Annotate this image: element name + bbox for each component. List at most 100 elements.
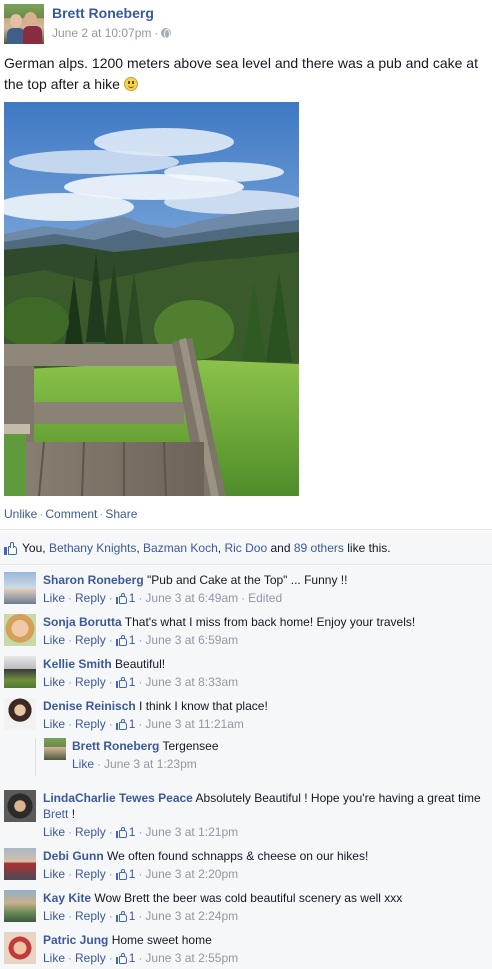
- post-header: Brett Roneberg June 2 at 10:07pm ·: [4, 4, 488, 44]
- likes-others-link[interactable]: 89 others: [294, 541, 344, 555]
- comment-like-count[interactable]: 1: [129, 824, 136, 840]
- comment-time[interactable]: June 3 at 2:55pm: [145, 950, 238, 966]
- comment-like-link[interactable]: Like: [43, 908, 65, 924]
- comment-like-link[interactable]: Like: [43, 674, 65, 690]
- post-photo[interactable]: [4, 102, 299, 496]
- comment-like-count[interactable]: 1: [129, 716, 136, 732]
- meta-dot: ·: [97, 757, 102, 771]
- comment-time[interactable]: June 3 at 8:33am: [145, 674, 238, 690]
- comment-like-thumb-icon[interactable]: [115, 676, 127, 688]
- comment-reply-link[interactable]: Reply: [75, 824, 106, 840]
- comment-link[interactable]: Comment: [45, 507, 97, 521]
- comment-reply-link[interactable]: Reply: [75, 716, 106, 732]
- comment-like-count[interactable]: 1: [129, 866, 136, 882]
- commenter-name[interactable]: Sonja Borutta: [43, 615, 122, 629]
- comment-reply-link[interactable]: Reply: [75, 866, 106, 882]
- commenter-avatar[interactable]: [4, 698, 36, 730]
- commenter-name[interactable]: Sharon Roneberg: [43, 573, 144, 587]
- comment-text: "Pub and Cake at the Top" ... Funny !!: [147, 573, 348, 587]
- commenter-name[interactable]: Patric Jung: [43, 933, 108, 947]
- post-timestamp[interactable]: June 2 at 10:07pm: [52, 26, 151, 40]
- commenter-name[interactable]: Kay Kite: [43, 891, 91, 905]
- reply-like-link[interactable]: Like: [72, 756, 94, 772]
- meta-dot: ·: [138, 909, 143, 923]
- comment-text-after: !: [71, 807, 76, 821]
- comment-time[interactable]: June 3 at 6:59am: [145, 632, 238, 648]
- comment-like-thumb-icon[interactable]: [115, 868, 127, 880]
- commenter-avatar[interactable]: [4, 848, 36, 880]
- unlike-link[interactable]: Unlike: [4, 507, 37, 521]
- reply-avatar[interactable]: [44, 738, 66, 760]
- comment-like-link[interactable]: Like: [43, 824, 65, 840]
- comment-reply-link[interactable]: Reply: [75, 950, 106, 966]
- meta-dot: ·: [68, 591, 73, 605]
- comment-time[interactable]: June 3 at 1:21pm: [145, 824, 238, 840]
- comment-like-link[interactable]: Like: [43, 590, 65, 606]
- post-text-body: German alps. 1200 meters above sea level…: [4, 55, 478, 92]
- comment-like-thumb-icon[interactable]: [115, 952, 127, 964]
- commenter-avatar[interactable]: [4, 932, 36, 964]
- comment-time[interactable]: June 3 at 2:24pm: [145, 908, 238, 924]
- commenter-avatar[interactable]: [4, 656, 36, 688]
- comment-text: Wow Brett the beer was cold beautiful sc…: [94, 891, 403, 905]
- reply-time[interactable]: June 3 at 1:23pm: [104, 756, 197, 772]
- comment-reply-link[interactable]: Reply: [75, 908, 106, 924]
- comment-like-thumb-icon[interactable]: [115, 718, 127, 730]
- comment-time[interactable]: June 3 at 11:21am: [145, 716, 244, 732]
- comment-like-count[interactable]: 1: [129, 590, 136, 606]
- liker-name[interactable]: Bazman Koch: [143, 541, 218, 555]
- comment-like-thumb-icon[interactable]: [115, 634, 127, 646]
- comment-like-link[interactable]: Like: [43, 632, 65, 648]
- post-text: German alps. 1200 meters above sea level…: [4, 53, 490, 95]
- comment-like-link[interactable]: Like: [43, 950, 65, 966]
- comment-like-count[interactable]: 1: [129, 950, 136, 966]
- commenter-avatar[interactable]: [4, 790, 36, 822]
- comment-text: That's what I miss from back home! Enjoy…: [124, 615, 416, 629]
- reply-author-name[interactable]: Brett Roneberg: [72, 739, 159, 753]
- likes-summary: You, Bethany Knights, Bazman Koch, Ric D…: [4, 541, 391, 555]
- comment-time[interactable]: June 3 at 2:20pm: [145, 866, 238, 882]
- comment-edited[interactable]: Edited: [248, 590, 282, 606]
- liker-name[interactable]: Bethany Knights: [49, 541, 136, 555]
- comment-like-thumb-icon[interactable]: [115, 592, 127, 604]
- liker-name[interactable]: Ric Doo: [224, 541, 267, 555]
- mention-link[interactable]: Brett: [43, 807, 68, 821]
- poster-avatar[interactable]: [4, 4, 44, 44]
- commenter-name[interactable]: LindaCharlie Tewes Peace: [43, 791, 193, 805]
- comment-like-count[interactable]: 1: [129, 674, 136, 690]
- comment-like-link[interactable]: Like: [43, 716, 65, 732]
- comment-text: Absolutely Beautiful ! Hope you're havin…: [195, 791, 481, 805]
- comment-like-count[interactable]: 1: [129, 908, 136, 924]
- meta-dot: ·: [138, 867, 143, 881]
- reply-text: Tergensee: [162, 739, 219, 753]
- comment-like-count[interactable]: 1: [129, 632, 136, 648]
- meta-dot: ·: [68, 675, 73, 689]
- divider: [0, 529, 492, 530]
- meta-dot: ·: [138, 825, 143, 839]
- share-link[interactable]: Share: [105, 507, 137, 521]
- meta-dot: ·: [68, 717, 73, 731]
- meta-dot: ·: [138, 675, 143, 689]
- likes-comma: ,: [217, 541, 222, 555]
- post-meta: June 2 at 10:07pm ·: [52, 26, 172, 40]
- commenter-avatar[interactable]: [4, 614, 36, 646]
- commenter-name[interactable]: Debi Gunn: [43, 849, 104, 863]
- commenter-avatar[interactable]: [4, 572, 36, 604]
- comment-like-thumb-icon[interactable]: [115, 910, 127, 922]
- poster-name[interactable]: Brett Roneberg: [52, 5, 154, 21]
- commenter-avatar[interactable]: [4, 890, 36, 922]
- meta-dot: ·: [108, 675, 113, 689]
- commenter-name[interactable]: Denise Reinisch: [43, 699, 136, 713]
- commenter-name[interactable]: Kellie Smith: [43, 657, 112, 671]
- comment-like-thumb-icon[interactable]: [115, 826, 127, 838]
- meta-dot: ·: [108, 867, 113, 881]
- comment-reply-link[interactable]: Reply: [75, 632, 106, 648]
- meta-dot: ·: [241, 591, 246, 605]
- meta-dot: ·: [68, 633, 73, 647]
- reply-thread: Brett Roneberg Tergensee Like · June 3 at…: [35, 738, 485, 776]
- comment-time[interactable]: June 3 at 6:49am: [145, 590, 238, 606]
- globe-icon[interactable]: [161, 28, 172, 39]
- comment-reply-link[interactable]: Reply: [75, 590, 106, 606]
- comment-reply-link[interactable]: Reply: [75, 674, 106, 690]
- comment-like-link[interactable]: Like: [43, 866, 65, 882]
